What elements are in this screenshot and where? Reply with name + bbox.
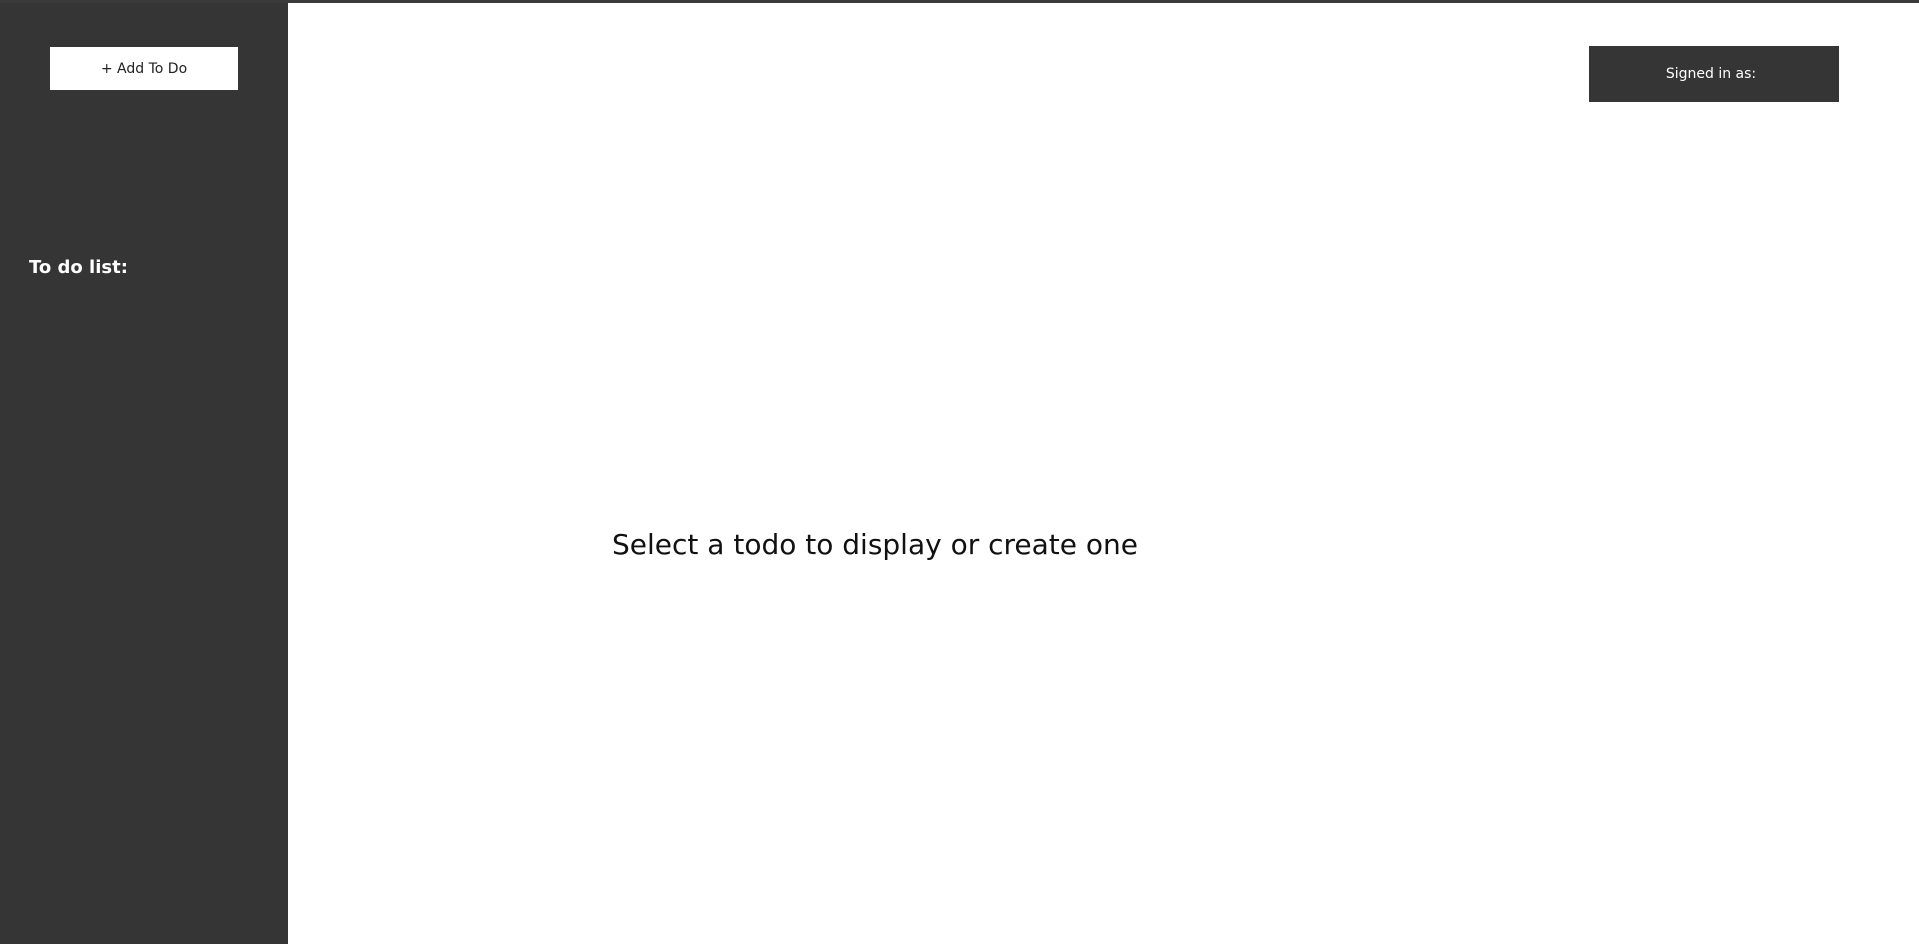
todo-app: + Add To Do To do list: Signed in as: Se… xyxy=(0,0,1919,944)
add-todo-button[interactable]: + Add To Do xyxy=(50,47,238,90)
signed-in-label: Signed in as: xyxy=(1665,66,1757,82)
signed-in-panel: Signed in as: xyxy=(1589,46,1839,102)
empty-state-message: Select a todo to display or create one xyxy=(612,528,1139,561)
todo-list-title: To do list: xyxy=(29,257,128,278)
sidebar: + Add To Do To do list: xyxy=(0,3,288,944)
